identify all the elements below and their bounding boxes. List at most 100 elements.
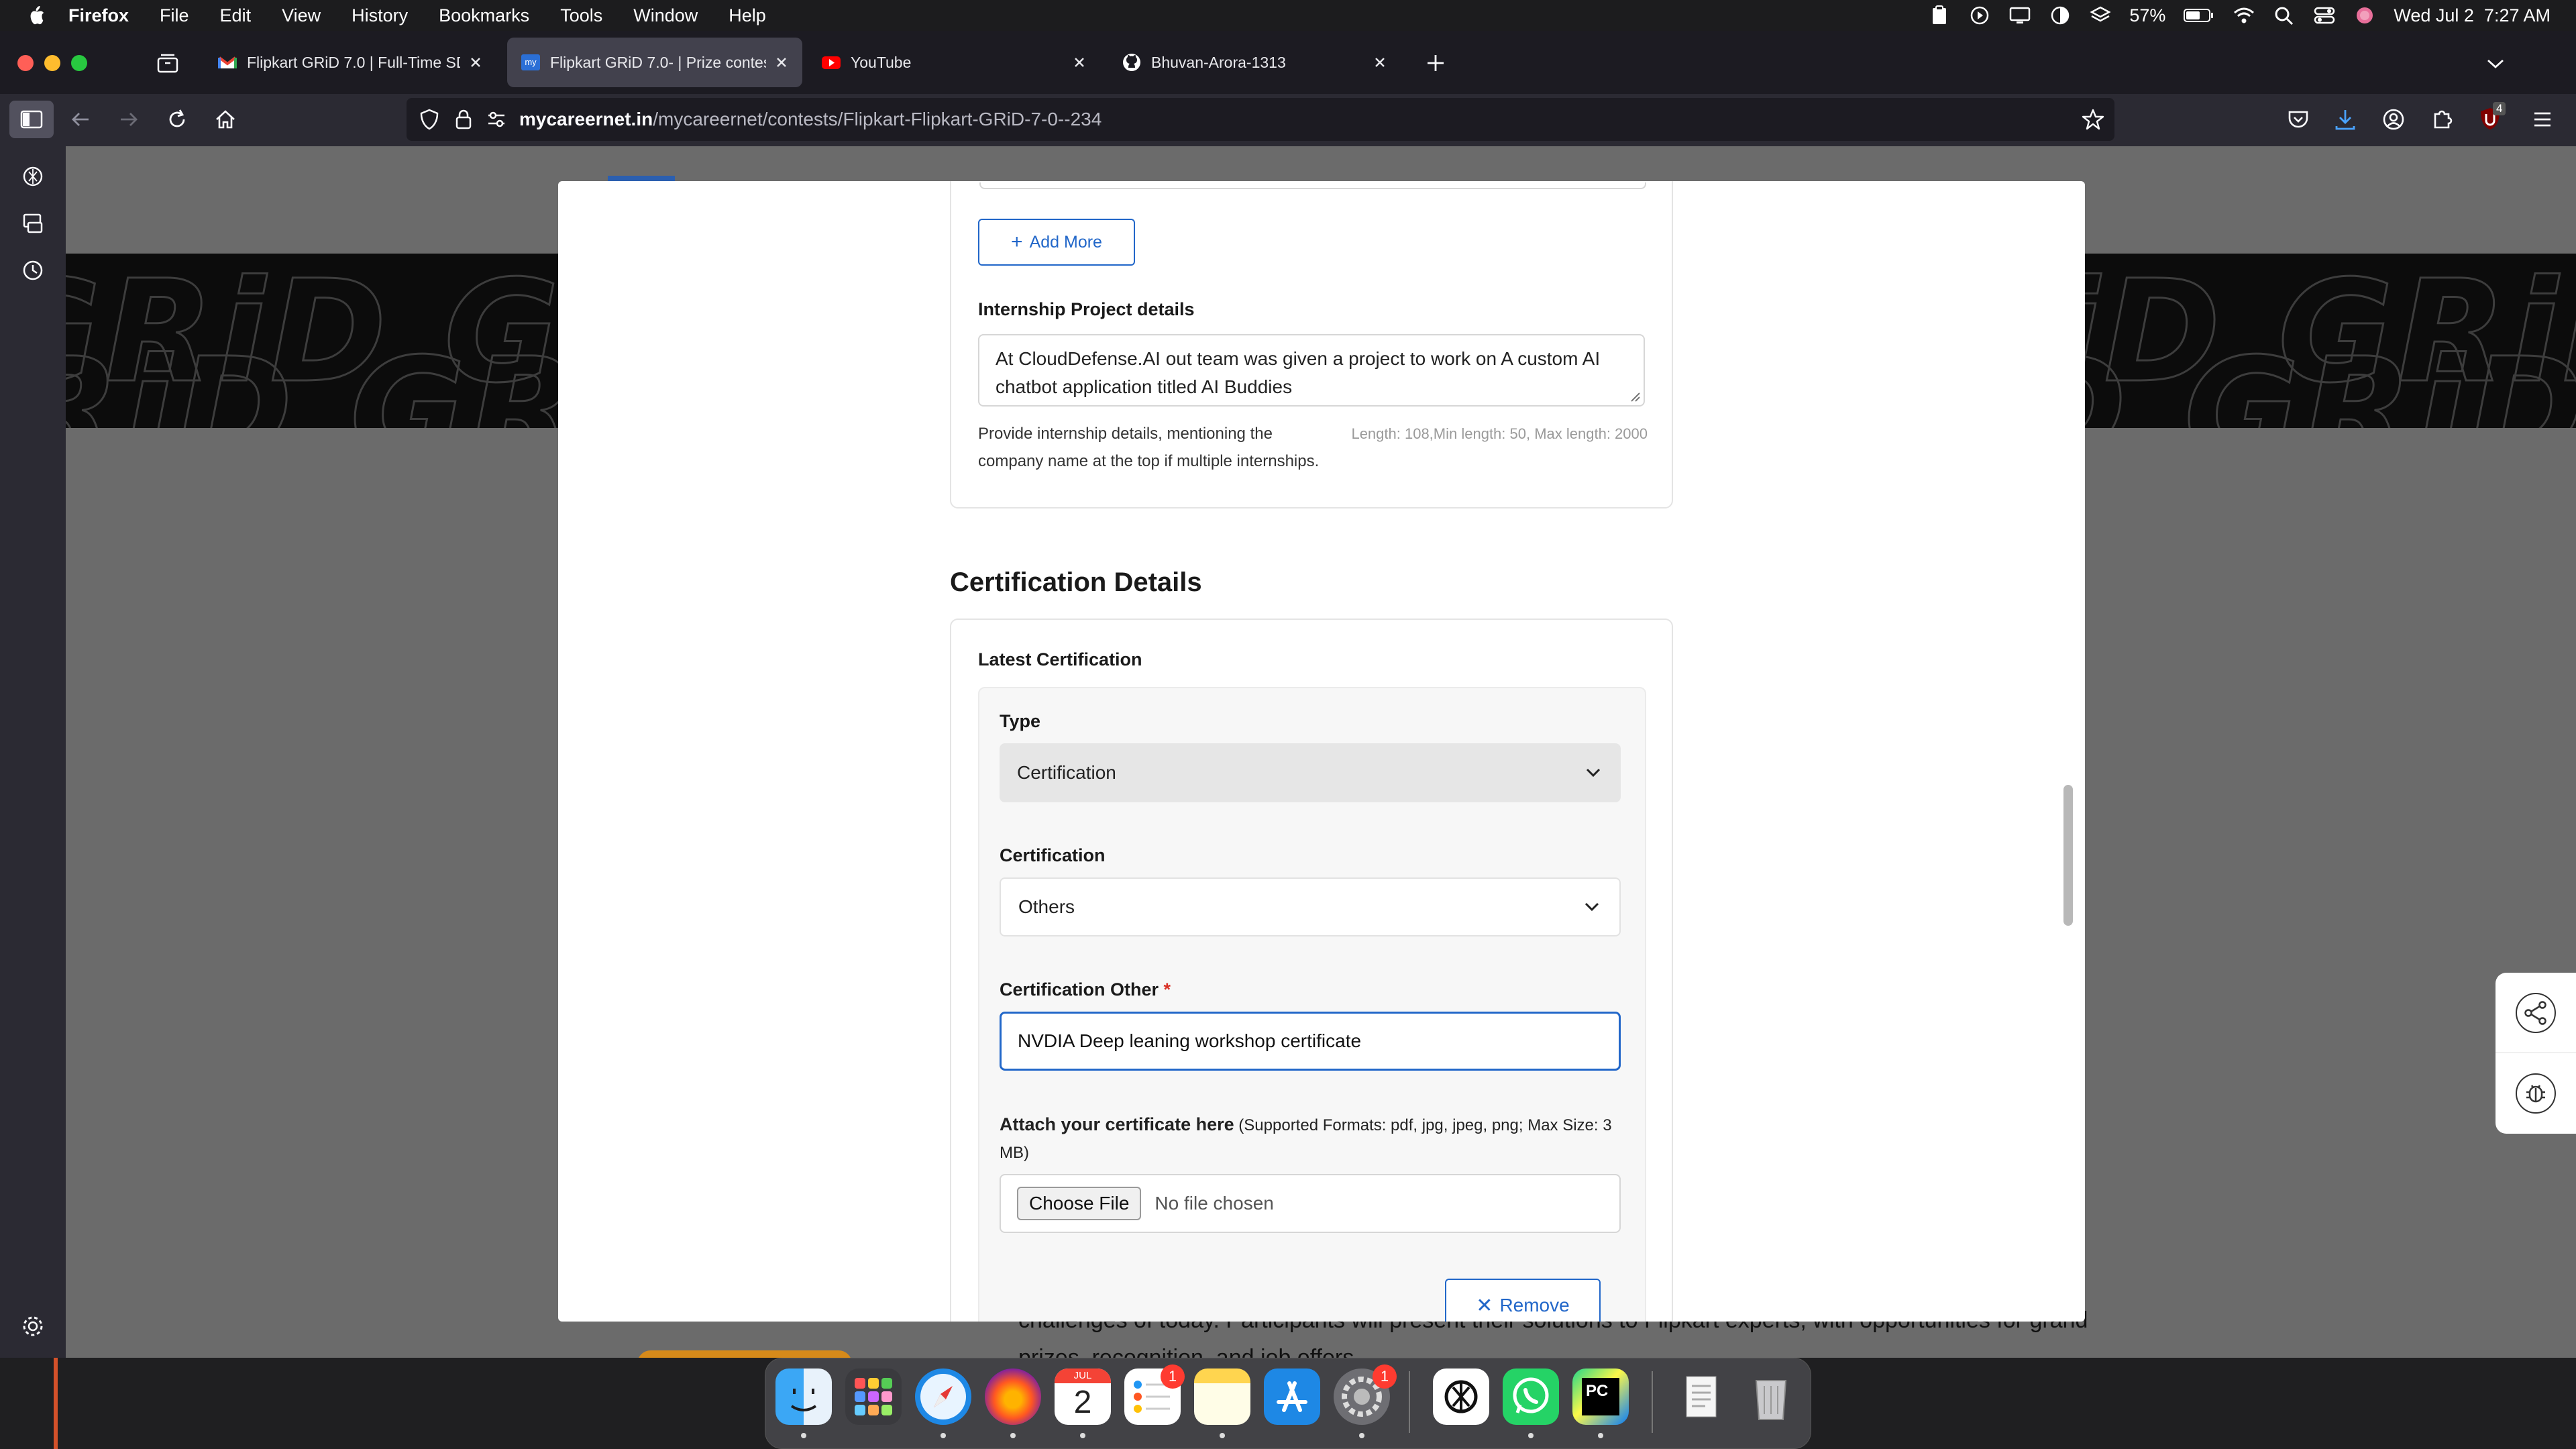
chatgpt-dock-icon[interactable] [1433,1368,1489,1425]
close-tab-icon[interactable] [1072,55,1087,70]
home-icon[interactable] [213,107,237,131]
tab-github[interactable]: Bhuvan-Arora-1313 [1108,38,1401,87]
tab-flipkart-prize-contest[interactable]: my Flipkart GRiD 7.0- | Prize contest [507,38,802,87]
new-tab-icon[interactable] [1424,51,1448,75]
wifi-icon[interactable] [2233,5,2255,25]
menu-help[interactable]: Help [729,5,766,26]
certificate-file-input[interactable]: Choose File No file chosen [1000,1174,1621,1233]
sidebar-toggle-button[interactable] [9,101,54,138]
finder-dock-icon[interactable] [775,1368,832,1425]
chatgpt-sidebar-icon[interactable] [20,164,46,189]
add-more-button[interactable]: + Add More [978,219,1135,266]
browser-sidebar [0,146,66,1358]
remove-certification-button[interactable]: ✕ Remove [1445,1279,1601,1322]
window-zoom-button[interactable] [71,55,87,71]
display-status-icon[interactable] [2008,5,2031,25]
history-clock-icon[interactable] [20,258,46,283]
layers-status-icon[interactable] [2089,5,2112,25]
spotlight-search-icon[interactable] [2273,5,2296,25]
synced-tabs-icon[interactable] [20,211,46,236]
lock-icon[interactable] [453,108,474,131]
certification-select[interactable]: Others [1000,877,1621,936]
certification-section-title: Certification Details [950,568,1202,597]
site-permissions-icon[interactable] [486,109,507,129]
internship-textarea[interactable]: At CloudDefense.AI out team was given a … [978,334,1645,407]
siri-icon[interactable] [2353,5,2376,25]
register-button-behind [637,1350,852,1358]
app-store-dock-icon[interactable] [1264,1368,1320,1425]
documents-stack-dock-icon[interactable] [1673,1368,1729,1425]
running-indicator [1359,1433,1364,1438]
window-minimize-button[interactable] [44,55,60,71]
close-tab-icon[interactable] [1373,55,1387,70]
clock-datetime[interactable]: Wed Jul 2 7:27 AM [2394,5,2551,26]
calendar-dock-icon[interactable]: JUL 2 [1055,1368,1111,1425]
menu-view[interactable]: View [282,5,321,26]
required-asterisk: * [1163,979,1171,1000]
contrast-status-icon[interactable] [2049,5,2072,25]
tracking-protection-shield-icon[interactable] [419,108,440,131]
control-center-icon[interactable] [2313,5,2336,25]
menu-file[interactable]: File [160,5,189,26]
certification-card: Latest Certification Type Certification … [950,619,1673,1322]
share-button[interactable] [2496,973,2576,1053]
list-all-tabs-icon[interactable] [2483,54,2508,74]
forward-icon[interactable] [117,107,141,131]
internship-card: + Add More Internship Project details At… [950,181,1673,508]
close-tab-icon[interactable] [774,55,789,70]
menu-bookmarks[interactable]: Bookmarks [439,5,529,26]
play-status-icon[interactable] [1968,5,1991,25]
svg-text:my: my [525,57,537,67]
running-indicator [1220,1433,1225,1438]
menu-tools[interactable]: Tools [560,5,602,26]
menu-app-name[interactable]: Firefox [68,5,129,26]
close-tab-icon[interactable] [468,55,483,70]
type-select[interactable]: Certification [1000,743,1621,802]
notes-dock-icon[interactable] [1194,1368,1250,1425]
pycharm-dock-icon[interactable]: PC [1572,1368,1629,1425]
github-icon [1123,54,1140,71]
modal-scrollbar[interactable] [2063,785,2073,926]
firefox-view-icon[interactable] [156,52,180,74]
menu-history[interactable]: History [352,5,408,26]
back-icon[interactable] [68,107,93,131]
extensions-puzzle-icon[interactable] [2430,107,2454,131]
launchpad-dock-icon[interactable] [845,1368,902,1425]
address-bar[interactable]: mycareernet.in/mycareernet/contests/Flip… [407,98,2114,141]
tab-flipkart-sde[interactable]: Flipkart GRiD 7.0 | Full-Time SDE [204,38,496,87]
certification-select-value: Others [1018,896,1075,917]
account-icon[interactable] [2381,107,2406,131]
certification-other-input[interactable]: NVDIA Deep leaning workshop certificate [1000,1012,1621,1071]
whatsapp-dock-icon[interactable] [1503,1368,1559,1425]
pocket-icon[interactable] [2286,107,2310,131]
type-label: Type [1000,711,1041,731]
battery-icon[interactable] [2183,5,2215,25]
menu-window[interactable]: Window [633,5,698,26]
youtube-icon [822,56,841,69]
menu-edit[interactable]: Edit [220,5,252,26]
resize-grip-icon[interactable] [1627,389,1641,402]
chatgpt-knot-icon [1444,1380,1478,1413]
firefox-dock-icon[interactable] [985,1368,1041,1425]
running-indicator [1010,1433,1016,1438]
bookmark-star-icon[interactable] [2081,107,2105,131]
internship-label: Internship Project details [978,299,1195,319]
apple-logo-icon[interactable] [27,5,46,25]
certification-other-label-text: Certification Other [1000,979,1159,1000]
choose-file-button[interactable]: Choose File [1017,1187,1142,1220]
sidebar-settings-gear-icon[interactable] [20,1313,46,1339]
safari-dock-icon[interactable] [915,1368,971,1425]
downloads-icon[interactable] [2333,107,2357,131]
tab-youtube[interactable]: YouTube [808,38,1100,87]
hamburger-menu-icon[interactable] [2530,107,2555,131]
reminders-badge: 1 [1161,1364,1185,1389]
certification-entry-panel: Type Certification Certification Others … [978,687,1646,1322]
reload-icon[interactable] [165,107,189,131]
clipboard-status-icon[interactable] [1928,5,1951,25]
report-bug-button[interactable] [2496,1053,2576,1134]
tab-title: Flipkart GRiD 7.0- | Prize contest [550,53,766,71]
ublock-extension-button[interactable]: 4 [2478,102,2506,133]
window-close-button[interactable] [17,55,34,71]
desktop-accent-stripe [54,1358,58,1449]
trash-dock-icon[interactable] [1743,1368,1799,1425]
